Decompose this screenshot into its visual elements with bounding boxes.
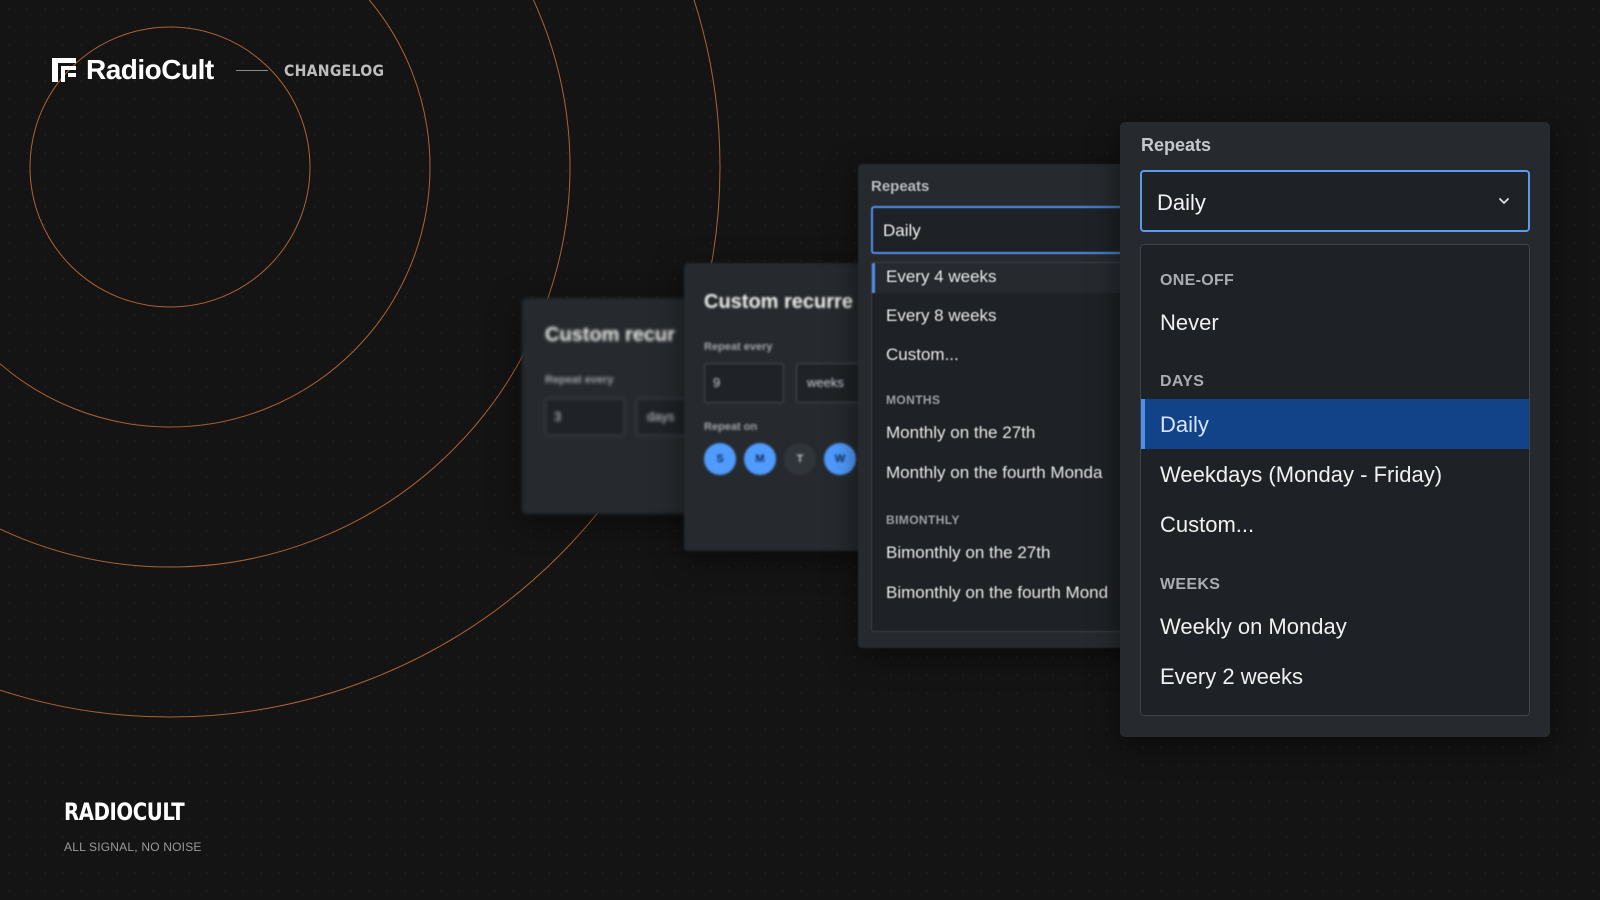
brand-name: RadioCult bbox=[86, 54, 214, 85]
option-custom[interactable]: Custom... bbox=[1141, 499, 1529, 549]
section-days-header: DAYS bbox=[1160, 373, 1205, 390]
option-bimonthly-27th[interactable]: Bimonthly on the 27th bbox=[886, 543, 1050, 563]
header-divider-line bbox=[235, 69, 268, 71]
repeats-dropdown-card: Repeats Daily ONE-OFF Never DAYS Daily W… bbox=[1120, 122, 1550, 737]
footer-brand-title: RADIOCULT bbox=[64, 798, 185, 826]
option-bimonthly-fourth-monday[interactable]: Bimonthly on the fourth Mond bbox=[886, 583, 1108, 603]
footer-tagline: ALL SIGNAL, NO NOISE bbox=[64, 840, 202, 854]
option-weekdays[interactable]: Weekdays (Monday - Friday) bbox=[1141, 449, 1529, 499]
interval-input[interactable]: 9 bbox=[704, 363, 784, 403]
option-custom[interactable]: Custom... bbox=[886, 345, 959, 365]
repeat-on-label: Repeat on bbox=[704, 421, 758, 433]
card-title: Custom recur bbox=[545, 324, 676, 346]
section-label: CHANGELOG bbox=[283, 60, 385, 80]
radiocult-logo-icon bbox=[52, 58, 76, 82]
option-monthly-27th[interactable]: Monthly on the 27th bbox=[886, 423, 1035, 443]
repeats-select[interactable]: Daily bbox=[1140, 170, 1530, 232]
day-toggle-monday[interactable]: M bbox=[744, 443, 776, 475]
repeat-every-label: Repeat every bbox=[545, 374, 614, 386]
repeats-select[interactable]: Daily bbox=[871, 206, 1133, 254]
day-toggle-wednesday[interactable]: W bbox=[824, 443, 856, 475]
option-monthly-fourth-monday[interactable]: Monthly on the fourth Monda bbox=[886, 463, 1102, 483]
custom-recurrence-card: Custom recurre Repeat every 9 weeks Repe… bbox=[684, 263, 884, 551]
option-every-8-weeks[interactable]: Every 8 weeks bbox=[886, 306, 997, 326]
repeats-options-list: Every 4 weeks Every 8 weeks Custom... MO… bbox=[871, 262, 1133, 632]
section-weeks-header: WEEKS bbox=[1160, 576, 1221, 593]
repeats-label: Repeats bbox=[871, 178, 930, 195]
section-bimonthly-header: BIMONTHLY bbox=[886, 513, 960, 527]
section-months-header: MONTHS bbox=[886, 393, 941, 407]
option-never[interactable]: Never bbox=[1141, 297, 1529, 347]
day-toggle-tuesday[interactable]: T bbox=[784, 443, 816, 475]
interval-input[interactable]: 3 bbox=[545, 398, 625, 436]
repeats-label: Repeats bbox=[1141, 135, 1212, 155]
option-every-2-weeks[interactable]: Every 2 weeks bbox=[1141, 651, 1529, 701]
repeats-options-list: ONE-OFF Never DAYS Daily Weekdays (Monda… bbox=[1140, 244, 1530, 716]
option-weekly-on-monday[interactable]: Weekly on Monday bbox=[1141, 601, 1529, 651]
section-one-off-header: ONE-OFF bbox=[1160, 272, 1235, 289]
repeats-dropdown-card-scrolled: Repeats Daily Every 4 weeks Every 8 week… bbox=[858, 164, 1133, 648]
repeat-every-label: Repeat every bbox=[704, 341, 773, 353]
repeats-select-value: Daily bbox=[1157, 190, 1206, 215]
option-daily[interactable]: Daily bbox=[1141, 399, 1529, 449]
option-every-4-weeks[interactable]: Every 4 weeks bbox=[886, 267, 997, 287]
chevron-down-icon bbox=[1499, 198, 1509, 204]
brand-header: RadioCult CHANGELOG bbox=[52, 54, 398, 86]
weekday-picker: S M T W bbox=[704, 443, 856, 475]
day-toggle-sunday[interactable]: S bbox=[704, 443, 736, 475]
card-title: Custom recurre bbox=[704, 291, 853, 313]
